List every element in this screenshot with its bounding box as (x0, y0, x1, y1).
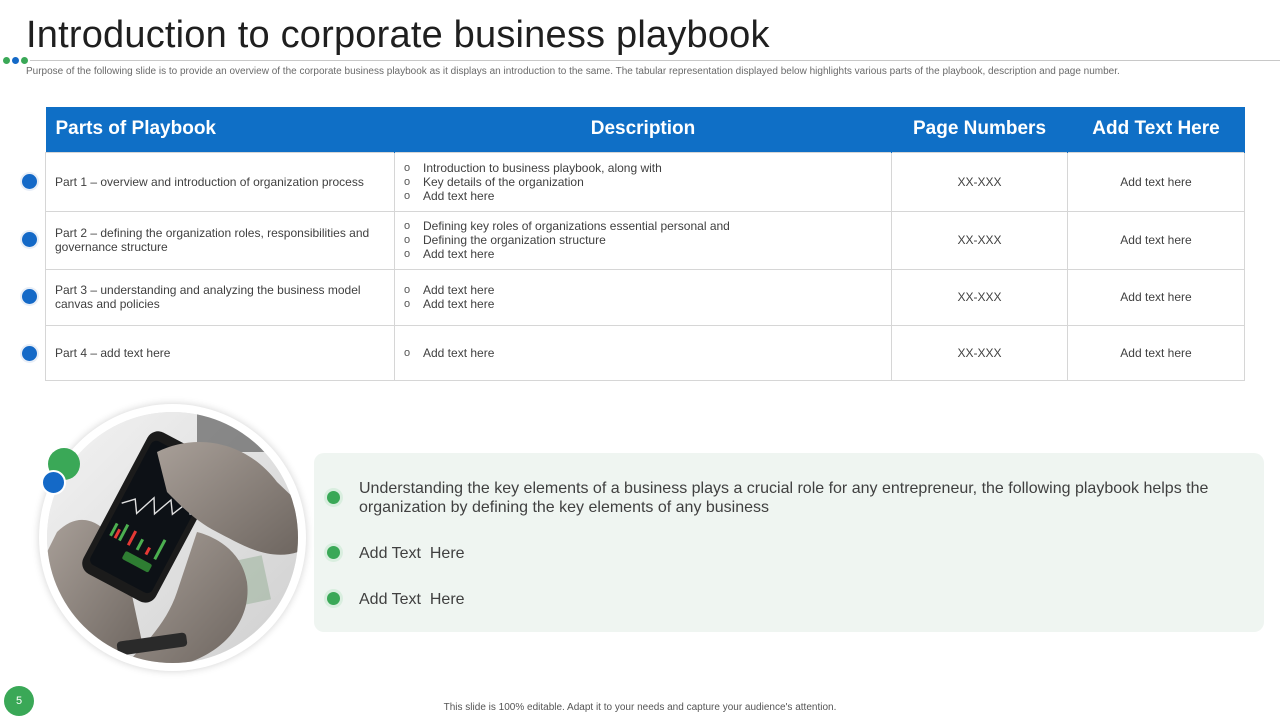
bullet-dot-icon (327, 491, 340, 504)
title-divider (30, 60, 1280, 61)
page-numbers-cell: XX-XXX (891, 324, 1068, 381)
title-decoration-dots (3, 57, 28, 64)
description-item: Defining the organization structure (404, 233, 882, 247)
part-cell: Part 1 – overview and introduction of or… (45, 151, 395, 212)
page-numbers-cell: XX-XXX (891, 268, 1068, 326)
description-item: Add text here (404, 297, 882, 311)
page-numbers-cell: XX-XXX (891, 210, 1068, 270)
part-cell: Part 3 – understanding and analyzing the… (45, 268, 395, 326)
info-text: Understanding the key elements of a busi… (359, 480, 1209, 516)
header-page-numbers: Page Numbers (891, 107, 1068, 152)
table-row: Part 3 – understanding and analyzing the… (45, 268, 1245, 326)
description-cell: Add text here Add text here (394, 268, 892, 326)
decorative-blue-dot (41, 470, 66, 495)
description-item: Add text here (404, 247, 882, 261)
extra-text-cell: Add text here (1067, 324, 1245, 381)
row-marker-dot (22, 289, 37, 304)
table-row: Part 1 – overview and introduction of or… (45, 151, 1245, 212)
info-text: Add Text Here (359, 591, 465, 608)
row-marker-dot (22, 232, 37, 247)
description-item: Introduction to business playbook, along… (404, 161, 882, 175)
description-cell: Add text here (394, 324, 892, 381)
description-cell: Defining key roles of organizations esse… (394, 210, 892, 270)
description-cell: Introduction to business playbook, along… (394, 151, 892, 212)
description-item: Add text here (404, 346, 882, 360)
row-marker-dot (22, 346, 37, 361)
description-item: Key details of the organization (404, 175, 882, 189)
header-description: Description (394, 107, 892, 152)
phone-trading-photo (47, 412, 298, 663)
footer-note: This slide is 100% editable. Adapt it to… (443, 702, 837, 713)
extra-text-cell: Add text here (1067, 151, 1245, 212)
description-item: Defining key roles of organizations esse… (404, 219, 882, 233)
header-add-text: Add Text Here (1067, 107, 1245, 152)
table-header-row: Parts of Playbook Description Page Numbe… (45, 107, 1245, 152)
table-row: Part 4 – add text here Add text here XX-… (45, 324, 1245, 381)
page-numbers-cell: XX-XXX (891, 151, 1068, 212)
info-text: Add Text Here (359, 545, 465, 562)
description-item: Add text here (404, 189, 882, 203)
slide-title: Introduction to corporate business playb… (26, 14, 770, 56)
header-parts: Parts of Playbook (45, 107, 395, 152)
slide-subtitle: Purpose of the following slide is to pro… (26, 66, 1120, 77)
extra-text-cell: Add text here (1067, 210, 1245, 270)
description-item: Add text here (404, 283, 882, 297)
bullet-dot-icon (327, 546, 340, 559)
table-row: Part 2 – defining the organization roles… (45, 210, 1245, 270)
extra-text-cell: Add text here (1067, 268, 1245, 326)
bullet-dot-icon (327, 592, 340, 605)
playbook-table: Parts of Playbook Description Page Numbe… (45, 107, 1245, 381)
part-cell: Part 2 – defining the organization roles… (45, 210, 395, 270)
row-marker-dot (22, 174, 37, 189)
info-panel: Understanding the key elements of a busi… (314, 453, 1264, 632)
part-cell: Part 4 – add text here (45, 324, 395, 381)
